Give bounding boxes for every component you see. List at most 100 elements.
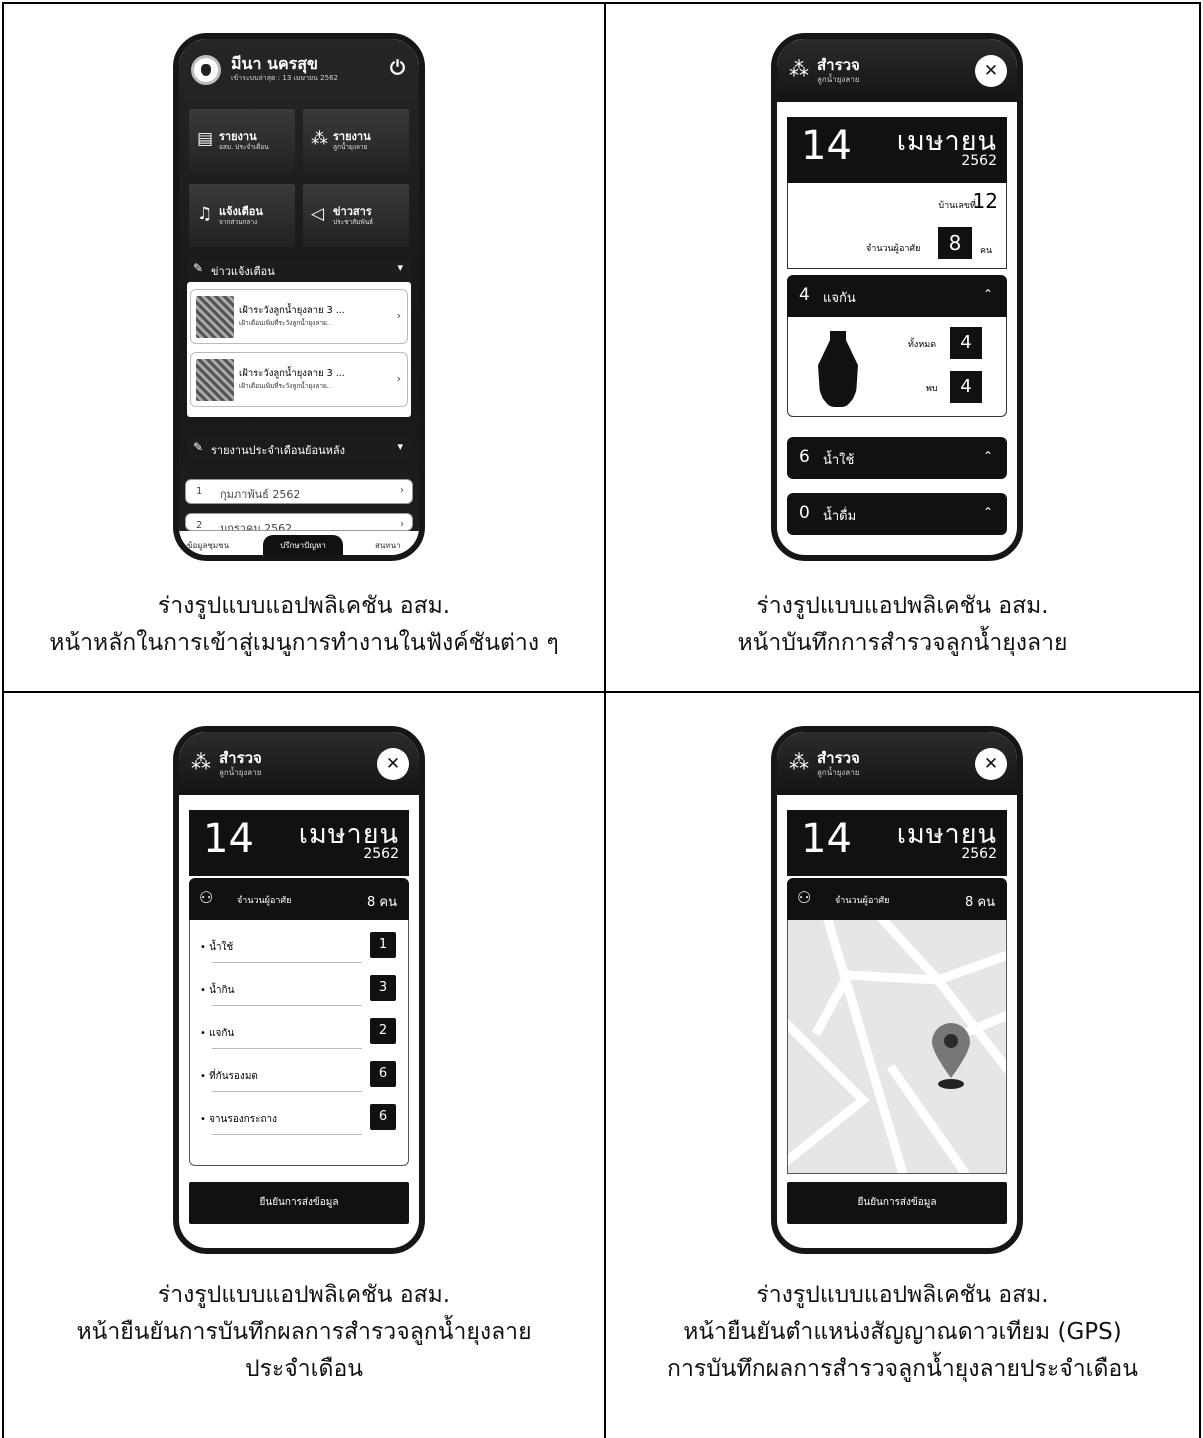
- item-name: • น้ำใช้: [200, 942, 234, 953]
- residents-label: จำนวนผู้อาศัย: [237, 896, 292, 906]
- cell-confirm: ⁂ สำรวจ ลูกน้ำยุงลาย ✕ 14 เมษายน 2562 ⚇ …: [4, 693, 604, 1438]
- caption: ร่างรูปแบบแอปพลิเคชัน อสม. หน้าบันทึกการ…: [606, 588, 1199, 662]
- item-value: 6: [370, 1104, 396, 1130]
- house-number: 12: [972, 189, 998, 213]
- date-year: 2562: [961, 846, 997, 862]
- report-section-title: รายงานประจำเดือนย้อนหลัง: [211, 444, 345, 457]
- container-water-use-header[interactable]: 6 น้ำใช้ ⌃: [787, 437, 1007, 479]
- confirm-submit-button[interactable]: ยืนยันการส่งข้อมูล: [787, 1182, 1007, 1224]
- close-button[interactable]: ✕: [975, 55, 1007, 87]
- confirm-submit-button[interactable]: ยืนยันการส่งข้อมูล: [189, 1182, 409, 1224]
- date-box: 14 เมษายน 2562: [787, 810, 1007, 876]
- residents-count[interactable]: 8: [938, 227, 972, 259]
- caption: ร่างรูปแบบแอปพลิเคชัน อสม. หน้าหลักในการ…: [4, 588, 604, 662]
- mosquito-icon: ⁂: [311, 129, 328, 149]
- tile-subtitle: อสม. ประจำเดือน: [219, 143, 269, 151]
- news-subtitle: เฝ้าเตือนเพิ่มที่ระวังลูกน้ำยุงลาย..: [239, 382, 331, 390]
- chevron-right-icon: ›: [396, 372, 401, 385]
- news-thumbnail: [196, 359, 234, 401]
- caption-line: หน้ายืนยันการบันทึกผลการสำรวจลูกน้ำยุงลา…: [76, 1319, 532, 1345]
- month-row[interactable]: 1 กุมภาพันธ์ 2562 ›: [185, 479, 413, 504]
- divider: [212, 1048, 362, 1049]
- tile-monthly-report[interactable]: ▤ รายงาน อสม. ประจำเดือน: [189, 109, 295, 172]
- location-pin-icon: [932, 1023, 970, 1089]
- family-icon: ⚇: [199, 888, 214, 907]
- chevron-right-icon: ›: [396, 309, 401, 322]
- gps-map[interactable]: [787, 920, 1007, 1174]
- family-icon: ⚇: [797, 888, 812, 907]
- item-value: 6: [370, 1061, 396, 1087]
- chevron-down-icon: ▾: [397, 440, 403, 453]
- table-border-right: [1199, 2, 1201, 1438]
- news-item[interactable]: เฝ้าระวังลูกน้ำยุงลาย 3 ... เฝ้าเตือนเพิ…: [190, 289, 408, 344]
- residents-label: จำนวนผู้อาศัย: [866, 244, 921, 254]
- caption-line: หน้าหลักในการเข้าสู่เมนูการทำงานในฟังค์ช…: [49, 630, 559, 656]
- cell-gps: ⁂ สำรวจ ลูกน้ำยุงลาย ✕ 14 เมษายน 2562 ⚇ …: [606, 693, 1199, 1438]
- residents-label: จำนวนผู้อาศัย: [835, 896, 890, 906]
- report-section-header[interactable]: ✎ รายงานประจำเดือนย้อนหลัง ▾: [187, 436, 411, 461]
- chevron-right-icon: ›: [400, 519, 404, 530]
- date-day: 14: [801, 123, 852, 169]
- news-title: เฝ้าระวังลูกน้ำยุงลาย 3 ...: [239, 368, 345, 379]
- total-value[interactable]: 4: [950, 327, 982, 359]
- house-label: บ้านเลขที่: [938, 201, 976, 211]
- residents-bar: ⚇ จำนวนผู้อาศัย 8 คน: [189, 878, 409, 920]
- edit-icon: ✎: [193, 261, 204, 275]
- nav-community[interactable]: ข้อมูลชุมชน: [187, 539, 229, 552]
- container-vase-header[interactable]: 4 แจกัน ⌃: [787, 275, 1007, 317]
- chevron-up-icon: ⌃: [982, 505, 993, 519]
- container-name: น้ำใช้: [823, 453, 855, 468]
- bell-icon: ♫: [197, 204, 213, 224]
- vase-icon: [818, 331, 858, 407]
- list-item: • น้ำกิน 3: [198, 971, 400, 1006]
- divider: [212, 1134, 362, 1135]
- phone-home: มีนา นครสุข เข้าระบบล่าสุด : 13 เมษายน 2…: [173, 33, 425, 561]
- close-button[interactable]: ✕: [377, 748, 409, 780]
- survey-subtitle: ลูกน้ำยุงลาย: [817, 75, 860, 84]
- nav-chat[interactable]: สนทนา: [375, 539, 401, 552]
- found-value[interactable]: 4: [950, 371, 982, 403]
- found-label: พบ: [926, 384, 938, 394]
- caption-line: หน้าบันทึกการสำรวจลูกน้ำยุงลาย: [737, 630, 1068, 656]
- nav-consult[interactable]: ปรึกษาปัญหา: [263, 535, 343, 555]
- megaphone-icon: ◁: [311, 204, 325, 224]
- report-icon: ▤: [197, 129, 214, 149]
- last-login: เข้าระบบล่าสุด : 13 เมษายน 2562: [231, 74, 338, 82]
- tile-subtitle: จากส่วนกลาง: [219, 218, 258, 226]
- mosquito-icon: ⁂: [789, 750, 809, 774]
- chevron-up-icon: ⌃: [982, 287, 993, 301]
- caption-line: ร่างรูปแบบแอปพลิเคชัน อสม.: [157, 593, 451, 619]
- month-row[interactable]: 2 มกราคม 2562 ›: [185, 513, 413, 531]
- chevron-up-icon: ⌃: [982, 449, 993, 463]
- caption: ร่างรูปแบบแอปพลิเคชัน อสม. หน้ายืนยันการ…: [4, 1277, 604, 1388]
- date-year: 2562: [363, 846, 399, 862]
- avatar[interactable]: [191, 55, 221, 85]
- caption: ร่างรูปแบบแอปพลิเคชัน อสม. หน้ายืนยันตำแ…: [606, 1277, 1199, 1388]
- caption-line: ประจำเดือน: [244, 1356, 364, 1382]
- list-item: • ที่กันรองมด 6: [198, 1057, 400, 1092]
- container-drinking-header[interactable]: 0 น้ำดื่ม ⌃: [787, 493, 1007, 535]
- month-index: 1: [196, 486, 203, 497]
- news-section-header[interactable]: ✎ ข่าวแจ้งเตือน ▾: [187, 257, 411, 282]
- container-count: 6: [799, 447, 810, 467]
- survey-header: ⁂ สำรวจ ลูกน้ำยุงลาย ✕: [777, 732, 1017, 795]
- caption-line: ร่างรูปแบบแอปพลิเคชัน อสม.: [157, 1282, 451, 1308]
- cell-home: มีนา นครสุข เข้าระบบล่าสุด : 13 เมษายน 2…: [4, 4, 604, 691]
- phone-gps: ⁂ สำรวจ ลูกน้ำยุงลาย ✕ 14 เมษายน 2562 ⚇ …: [771, 726, 1023, 1254]
- container-name: น้ำดื่ม: [823, 509, 857, 524]
- tile-larvae-report[interactable]: ⁂ รายงาน ลูกน้ำยุงลาย: [303, 109, 409, 172]
- caption-line: หน้ายืนยันตำแหน่งสัญญาณดาวเทียม (GPS): [683, 1319, 1122, 1345]
- list-item: • แจกัน 2: [198, 1014, 400, 1049]
- date-box: 14 เมษายน 2562: [787, 117, 1007, 183]
- total-label: ทั้งหมด: [908, 340, 937, 350]
- power-icon[interactable]: ⏻: [390, 57, 405, 79]
- news-panel: เฝ้าระวังลูกน้ำยุงลาย 3 ... เฝ้าเตือนเพิ…: [187, 282, 411, 417]
- tile-news[interactable]: ◁ ข่าวสาร ประชาสัมพันธ์: [303, 184, 409, 247]
- date-year: 2562: [961, 153, 997, 169]
- close-button[interactable]: ✕: [975, 748, 1007, 780]
- month-index: 2: [196, 520, 203, 531]
- caption-line: ร่างรูปแบบแอปพลิเคชัน อสม.: [756, 593, 1049, 619]
- news-item[interactable]: เฝ้าระวังลูกน้ำยุงลาย 3 ... เฝ้าเตือนเพิ…: [190, 352, 408, 407]
- tile-alerts[interactable]: ♫ แจ้งเตือน จากส่วนกลาง: [189, 184, 295, 247]
- residents-value: 8 คน: [367, 895, 397, 910]
